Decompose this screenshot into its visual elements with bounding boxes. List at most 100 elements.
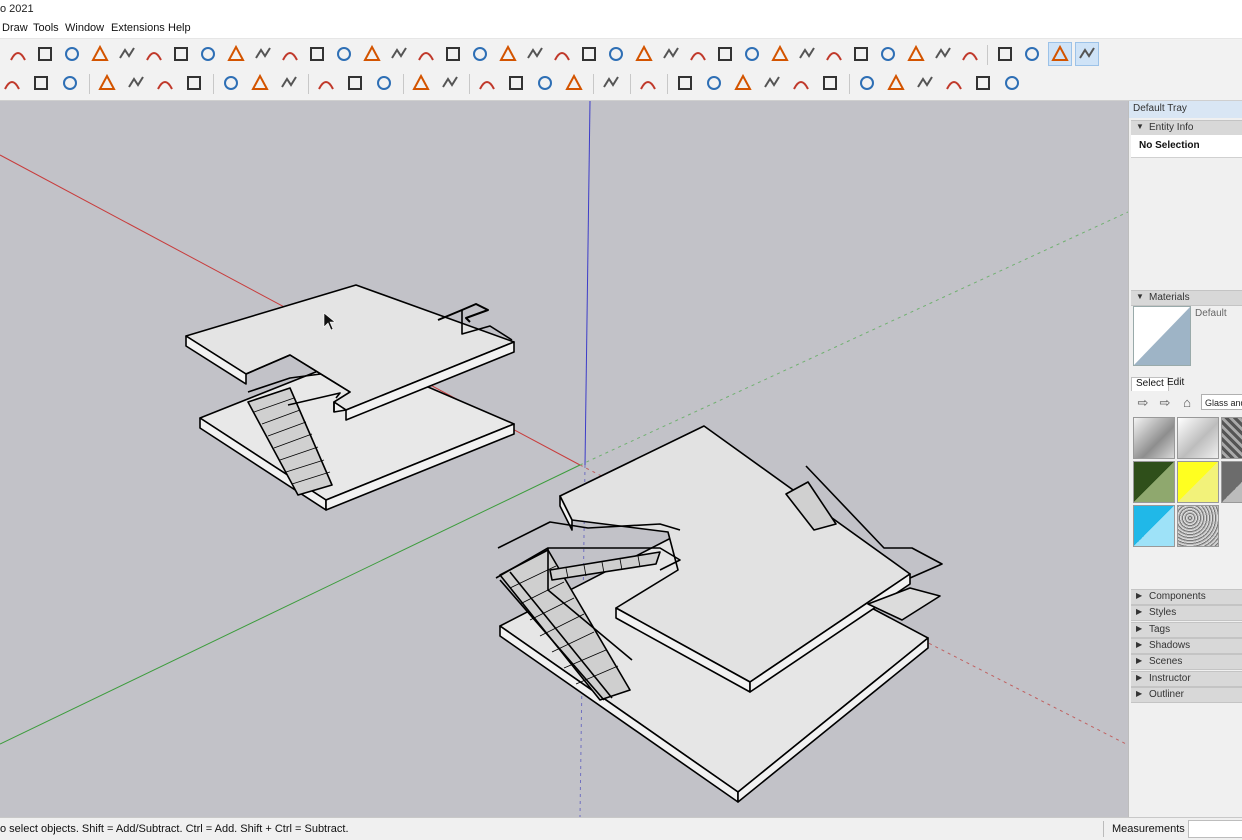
wall-icon[interactable] [904, 42, 928, 66]
zoom-extents-icon[interactable] [438, 71, 462, 95]
forward-arrow-icon[interactable]: ⇨ [1157, 395, 1173, 411]
sphere-icon[interactable] [958, 42, 982, 66]
paint-bucket-icon[interactable] [314, 71, 338, 95]
arc-icon[interactable] [6, 42, 30, 66]
fold-icon[interactable] [577, 42, 601, 66]
menu-help[interactable]: Help [168, 22, 191, 34]
bars-icon[interactable] [822, 42, 846, 66]
flip-icon[interactable] [504, 71, 528, 95]
freehand-icon[interactable] [88, 42, 112, 66]
pan-icon[interactable] [372, 71, 396, 95]
undo-icon[interactable] [636, 71, 660, 95]
wedge-icon[interactable] [686, 42, 710, 66]
sandbox-icon[interactable] [475, 71, 499, 95]
panel-outliner[interactable]: ▶ Outliner [1131, 686, 1242, 703]
material-swatch[interactable] [1177, 417, 1219, 459]
arc-alt-icon[interactable] [115, 42, 139, 66]
panel-scenes[interactable]: ▶ Scenes [1131, 654, 1242, 671]
tab-edit[interactable]: Edit [1163, 377, 1188, 391]
material-swatch[interactable] [1133, 461, 1175, 503]
roof-icon[interactable] [760, 71, 784, 95]
right-view-icon[interactable] [1074, 42, 1099, 66]
measurements-input[interactable] [1188, 820, 1242, 838]
circle-icon[interactable] [142, 42, 166, 66]
zoom-icon[interactable] [409, 71, 433, 95]
polygon-icon[interactable] [169, 42, 193, 66]
sections-icon[interactable] [562, 71, 586, 95]
step-icon[interactable] [713, 42, 737, 66]
material-swatch[interactable] [1133, 505, 1175, 547]
paint-icon[interactable] [58, 71, 82, 95]
menu-tools[interactable]: Tools [33, 22, 59, 34]
panel-shadows[interactable]: ▶ Shadows [1131, 637, 1242, 654]
bezier-icon[interactable] [196, 42, 220, 66]
rotate-icon[interactable] [182, 71, 206, 95]
back-arrow-icon[interactable]: ⇨ [1135, 395, 1151, 411]
current-material-swatch[interactable] [1133, 306, 1191, 366]
material-swatch[interactable] [1133, 417, 1175, 459]
scale-icon[interactable] [219, 71, 243, 95]
dimension-icon[interactable] [277, 71, 301, 95]
menu-window[interactable]: Window [65, 22, 104, 34]
material-swatch[interactable] [1177, 461, 1219, 503]
home-icon[interactable]: ⌂ [1179, 395, 1195, 411]
materials-header[interactable]: ▼ Materials [1131, 290, 1242, 306]
grid-icon[interactable] [795, 42, 819, 66]
layers-icon[interactable] [533, 71, 557, 95]
pie-icon[interactable] [33, 42, 57, 66]
tape-icon[interactable] [248, 71, 272, 95]
solid-icon[interactable] [855, 71, 879, 95]
frustum-icon[interactable] [496, 42, 520, 66]
bush-icon[interactable] [931, 42, 955, 66]
iso-view-icon[interactable] [1020, 42, 1044, 66]
stairs-icon[interactable] [659, 42, 683, 66]
eraser-icon[interactable] [29, 71, 53, 95]
material-swatch[interactable] [1177, 505, 1219, 547]
panels-icon[interactable] [523, 42, 547, 66]
menu-extensions[interactable]: Extensions [111, 22, 165, 34]
push-pull-icon[interactable] [95, 71, 119, 95]
angle-icon[interactable] [278, 42, 302, 66]
open-icon[interactable] [818, 71, 842, 95]
box-icon[interactable] [332, 42, 356, 66]
corner-alt-icon[interactable] [251, 42, 275, 66]
move-icon[interactable] [153, 71, 177, 95]
fold-alt-icon[interactable] [604, 42, 628, 66]
select-icon[interactable] [0, 71, 24, 95]
subtract-icon[interactable] [913, 71, 937, 95]
hand-icon[interactable] [441, 42, 465, 66]
entity-info-header[interactable]: ▼ Entity Info [1131, 120, 1242, 136]
globe-icon[interactable] [876, 42, 900, 66]
warehouse-icon[interactable] [673, 71, 697, 95]
union-icon[interactable] [884, 71, 908, 95]
gem-icon[interactable] [849, 42, 873, 66]
lattice-icon[interactable] [768, 42, 792, 66]
user-icon[interactable] [599, 71, 623, 95]
material-swatch[interactable] [1221, 417, 1242, 459]
panel-instructor[interactable]: ▶ Instructor [1131, 670, 1242, 687]
leaf-icon[interactable] [468, 42, 492, 66]
front-view-icon[interactable] [1047, 42, 1072, 66]
door-icon[interactable] [702, 71, 726, 95]
panel-styles[interactable]: ▶ Styles [1131, 605, 1242, 622]
gable-icon[interactable] [789, 71, 813, 95]
corner-icon[interactable] [224, 42, 248, 66]
slope-icon[interactable] [550, 42, 574, 66]
split-icon[interactable] [971, 71, 995, 95]
curve-icon[interactable] [305, 42, 329, 66]
library-dropdown[interactable]: Glass and Mirrors [1201, 394, 1242, 410]
panel-tags[interactable]: ▶ Tags [1131, 621, 1242, 638]
trim-icon[interactable] [942, 71, 966, 95]
follow-me-icon[interactable] [124, 71, 148, 95]
house-icon[interactable] [731, 71, 755, 95]
model-viewport[interactable] [0, 101, 1128, 817]
menu-draw[interactable]: Draw [2, 22, 28, 34]
blocks-icon[interactable] [740, 42, 764, 66]
outer-shell-icon[interactable] [1000, 71, 1024, 95]
panel-components[interactable]: ▶ Components [1131, 589, 1242, 605]
axes-icon[interactable] [993, 42, 1017, 66]
material-swatch[interactable] [1221, 461, 1242, 503]
orbit-icon[interactable] [343, 71, 367, 95]
fan-icon[interactable] [360, 42, 384, 66]
spikes-icon[interactable] [387, 42, 411, 66]
